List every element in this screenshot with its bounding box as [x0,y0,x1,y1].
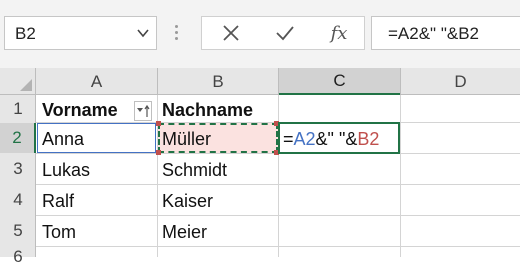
row-header-4[interactable]: 4 [0,185,36,215]
close-icon [223,25,239,41]
enter-button[interactable] [262,17,308,49]
reference-handle[interactable] [156,150,161,155]
formula-bar-resize-handle[interactable] [174,25,180,41]
formula-ref-b2: B2 [357,129,380,149]
cell-a5[interactable]: Tom [42,223,76,241]
cell-a4[interactable]: Ralf [42,192,74,210]
worksheet-grid: A B C D 1 2 3 4 5 6 Vorname Nachname Ann… [0,68,520,266]
column-header-c[interactable]: C [279,68,400,95]
check-icon [276,26,294,41]
filter-sort-icon [137,104,150,117]
name-box[interactable]: B2 [4,16,157,50]
formula-ref-a2: A2 [293,129,316,149]
insert-function-button[interactable]: fx [316,17,362,49]
row-header-2[interactable]: 2 [0,123,36,153]
column-header-a[interactable]: A [36,68,157,95]
row-header-3[interactable]: 3 [0,154,36,184]
cell-b2[interactable]: Müller [162,130,211,148]
cell-b5[interactable]: Meier [162,223,207,241]
filter-sort-button[interactable] [134,101,152,121]
column-header-d[interactable]: D [401,68,520,95]
cell-b3[interactable]: Schmidt [162,161,227,179]
formula-operator: &" "& [315,129,358,149]
formula-buttons: fx [201,16,365,50]
cell-b4[interactable]: Kaiser [162,192,213,210]
name-box-value: B2 [15,24,36,43]
cancel-button[interactable] [208,17,254,49]
formula-input[interactable]: =A2&" "&B2 [371,16,520,50]
cell-a1[interactable]: Vorname [42,101,118,119]
function-icon: fx [330,22,348,44]
formula-text: =A2&" "&B2 [388,24,479,43]
cell-a2[interactable]: Anna [42,130,84,148]
cell-a3[interactable]: Lukas [42,161,90,179]
select-all-button[interactable] [0,68,36,95]
cell-b1[interactable]: Nachname [162,101,253,119]
cell-c2-editor[interactable]: =A2&" "&B2 [283,130,379,148]
formula-equals: = [283,129,294,149]
reference-handle[interactable] [156,121,161,126]
column-header-b[interactable]: B [158,68,278,95]
row-header-5[interactable]: 5 [0,216,36,246]
row-header-1[interactable]: 1 [0,95,36,122]
row-header-6[interactable]: 6 [0,247,36,266]
formula-bar-area: B2 fx =A2&" "&B2 [0,0,520,68]
chevron-down-icon[interactable] [136,25,150,41]
